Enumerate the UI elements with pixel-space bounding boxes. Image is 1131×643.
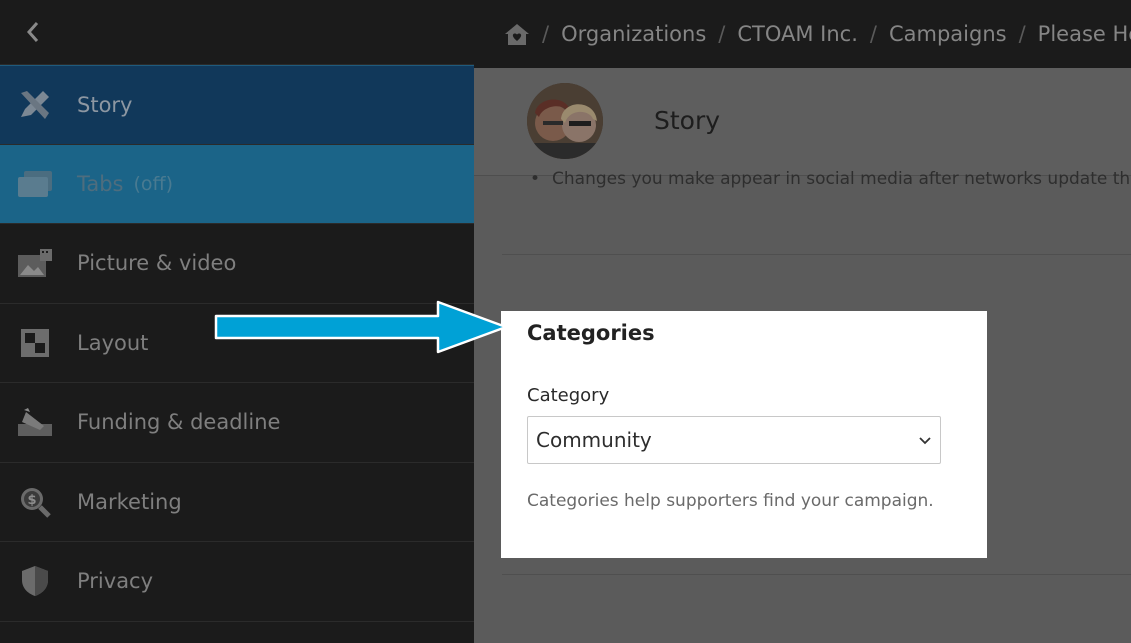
callout-arrow-icon (214, 300, 508, 354)
sidebar-item-marketing[interactable]: $ Marketing (0, 463, 474, 542)
category-select-value: Community (536, 428, 652, 452)
sidebar-item-status: (off) (133, 172, 174, 195)
breadcrumb-campaigns[interactable]: Campaigns (889, 22, 1007, 46)
sidebar-item-picture-video[interactable]: Picture & video (0, 224, 474, 304)
sidebar-item-privacy[interactable]: Privacy (0, 542, 474, 622)
shield-icon (16, 562, 54, 600)
sidebar-item-label: Funding & deadline (77, 410, 281, 435)
sidebar-item-story[interactable]: Story (0, 65, 474, 145)
breadcrumb-separator: / (869, 22, 877, 46)
layout-grid-icon (16, 324, 54, 362)
sidebar-item-label: Privacy (77, 569, 154, 594)
breadcrumb-organizations[interactable]: Organizations (561, 22, 706, 46)
avatar (527, 83, 603, 159)
edit-pen-icon (16, 403, 54, 441)
pencil-ruler-icon (16, 86, 54, 124)
breadcrumb-separator: / (542, 22, 550, 46)
breadcrumb: / Organizations / CTOAM Inc. / Campaigns… (474, 0, 1131, 68)
breadcrumb-campaign[interactable]: Please Help C (1038, 22, 1131, 46)
svg-text:$: $ (27, 493, 36, 508)
chevron-down-icon (918, 433, 932, 447)
breadcrumb-separator: / (1018, 22, 1026, 46)
sidebar-item-label: Marketing (77, 489, 182, 514)
story-note: Changes you make appear in social media … (530, 169, 1131, 189)
sidebar-header (0, 0, 474, 65)
category-select[interactable]: Community (527, 416, 941, 464)
dollar-search-icon: $ (16, 483, 54, 521)
categories-card: Categories Category Community Categories… (501, 311, 987, 558)
categories-heading: Categories (527, 321, 655, 345)
page-title: Story (654, 106, 721, 135)
section-divider (502, 574, 1131, 575)
chevron-left-icon[interactable] (26, 22, 46, 42)
sidebar-item-label: Story (77, 92, 133, 117)
sidebar-item-funding-deadline[interactable]: Funding & deadline (0, 383, 474, 463)
breadcrumb-organization[interactable]: CTOAM Inc. (737, 22, 858, 46)
category-help-text: Categories help supporters find your cam… (527, 491, 934, 511)
sidebar-item-tabs[interactable]: Tabs (off) (0, 144, 474, 224)
photo-video-icon (16, 244, 54, 282)
sidebar-item-label: Tabs (77, 171, 124, 196)
story-header: Story (474, 68, 1131, 176)
category-label: Category (527, 385, 610, 406)
home-heart-icon[interactable] (504, 21, 530, 47)
section-divider (502, 254, 1131, 255)
folders-icon (16, 165, 54, 203)
breadcrumb-separator: / (718, 22, 726, 46)
sidebar-item-label: Layout (77, 330, 149, 355)
sidebar-item-label: Picture & video (77, 251, 237, 276)
